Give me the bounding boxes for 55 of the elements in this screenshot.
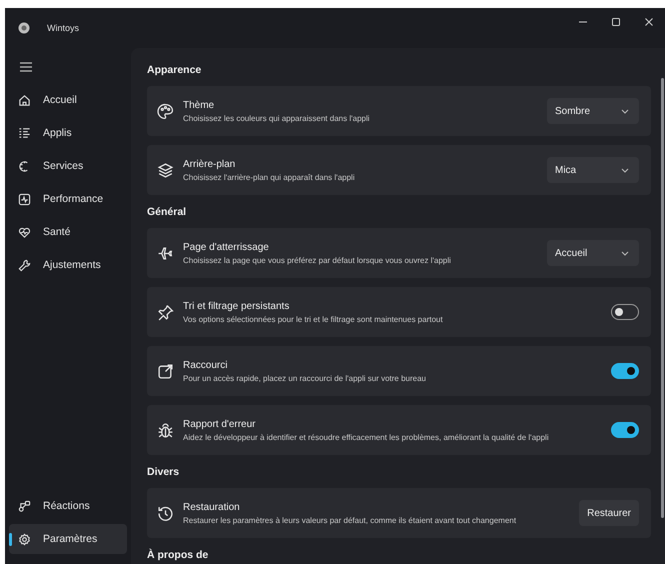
settings-icon [18, 532, 31, 546]
sidebar-item[interactable]: Santé [9, 217, 127, 247]
chevron-down-icon [621, 108, 629, 114]
restore-button[interactable]: Restaurer [579, 500, 639, 526]
section-heading: À propos de [147, 548, 210, 563]
dropdown[interactable]: Accueil [547, 240, 639, 266]
setting-description: Restaurer les paramètres à leurs valeurs par défaut, comme ils étaient avant tout changement [183, 516, 518, 524]
setting-description: Choisissez la page que vous préférez par défaut lorsque vous ouvrez l'appli [183, 256, 452, 264]
setting-title: Page d'atterrissage [183, 242, 270, 252]
setting-title: Arrière-plan [183, 158, 236, 170]
sidebar-item[interactable]: Paramètres [9, 524, 127, 554]
setting-description: Pour un accès rapide, placez un raccourci de l'appli sur votre bureau [183, 374, 427, 382]
scrollbar[interactable] [661, 78, 664, 518]
setting-title: Rapport d'erreur [183, 418, 256, 430]
chevron-down-icon [621, 168, 629, 172]
plane-icon [157, 244, 174, 262]
home-icon [18, 94, 31, 106]
sidebar-item[interactable]: Services [9, 151, 127, 181]
bug-icon [157, 422, 174, 438]
setting-title: Tri et filtrage persistants [183, 300, 290, 312]
dropdown[interactable]: Sombre [547, 98, 639, 124]
setting-description: Choisissez l'arrière-plan qui apparaît dans l'appli [183, 172, 356, 182]
palette-icon [157, 102, 174, 120]
setting-description: Aidez le développeur à identifier et résoudre efficacement les problèmes, améliorant la qualité de l'appli [183, 432, 550, 442]
sidebar-item[interactable]: Réactions [9, 491, 127, 521]
list-icon [18, 126, 31, 140]
window-title: Wintoys [47, 23, 80, 33]
maximize-icon [610, 17, 620, 27]
sidebar-item[interactable]: Performance [9, 184, 127, 214]
setting-title: Raccourci [183, 360, 228, 370]
setting-title: Restauration [183, 502, 241, 512]
setting-description: Choisissez les couleurs qui apparaissent dans l'appli [183, 114, 371, 122]
toggle-switch[interactable] [611, 304, 639, 320]
wrench-icon [18, 258, 31, 272]
section-heading: Apparence [147, 63, 202, 78]
app-logo-icon [17, 21, 31, 35]
heart-icon [18, 226, 31, 238]
section-heading: Divers [147, 465, 180, 480]
setting-title: Thème [183, 100, 216, 110]
sidebar-item[interactable]: Ajustements [9, 250, 127, 280]
close-icon [644, 17, 654, 27]
restore-icon [157, 504, 174, 522]
sidebar-item[interactable]: Applis [9, 118, 127, 148]
dropdown[interactable]: Mica [547, 157, 639, 183]
section-heading: Général [147, 205, 188, 220]
layers-icon [157, 162, 174, 178]
toggle-switch[interactable] [611, 422, 639, 438]
toggle-switch[interactable] [611, 363, 639, 379]
chevron-down-icon [621, 250, 629, 256]
pulse-icon [18, 192, 31, 206]
sidebar-item[interactable]: Accueil [9, 85, 127, 115]
share-icon [157, 362, 174, 380]
pin-icon [157, 304, 174, 320]
setting-description: Vos options sélectionnées pour le tri et le filtrage sont maintenues partout [183, 314, 444, 324]
nodes-icon [18, 500, 31, 512]
